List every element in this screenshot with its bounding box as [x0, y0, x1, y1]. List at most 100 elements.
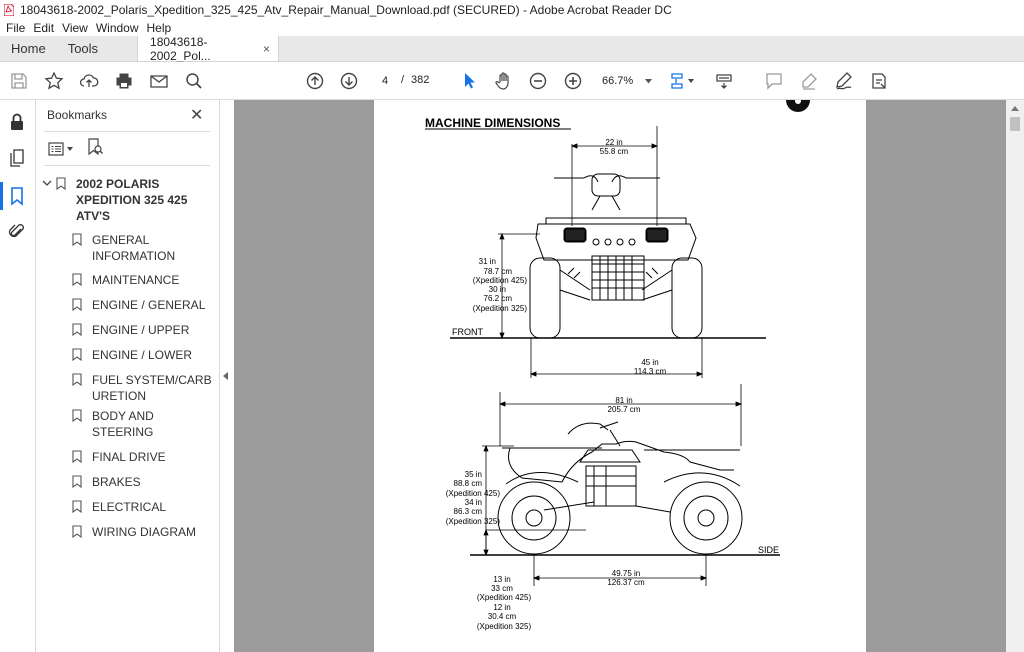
- bookmark-item[interactable]: WIRING DIAGRAM: [72, 524, 218, 540]
- bookmark-label: MAINTENANCE: [92, 273, 180, 287]
- document-viewport[interactable]: MACHINE DIMENSIONS FRONT 22 in 55.8 cm 3…: [234, 100, 1006, 652]
- zoom-in-icon[interactable]: [563, 71, 583, 91]
- side-wheelbase-cm: 126.37 cm: [607, 578, 645, 587]
- tab-close-icon[interactable]: ×: [263, 42, 270, 56]
- zoom-level-value: 66.7%: [602, 75, 634, 87]
- tab-tools[interactable]: Tools: [57, 36, 109, 61]
- close-panel-icon[interactable]: ✕: [190, 105, 203, 125]
- bookmark-label: WIRING DIAGRAM: [92, 525, 196, 539]
- bookmark-label: ENGINE / LOWER: [92, 348, 193, 362]
- front-height-line: 31 in: [479, 257, 496, 266]
- bookmarks-tools: [48, 138, 103, 159]
- main-toolbar: 4 / 382 66.7%: [0, 62, 1024, 100]
- side-clearance-line: 12 in: [493, 603, 510, 612]
- chevron-down-icon: [645, 78, 652, 83]
- front-track-cm: 114.3 cm: [634, 367, 667, 376]
- page-fit-icon[interactable]: [668, 71, 696, 91]
- fill-sign-icon[interactable]: [834, 71, 854, 91]
- side-clearance-line: 30.4 cm: [488, 612, 517, 621]
- divider: [44, 165, 210, 166]
- highlight-pen-icon[interactable]: [799, 71, 819, 91]
- menu-view[interactable]: View: [58, 21, 92, 35]
- vertical-scrollbar[interactable]: [1006, 100, 1024, 652]
- machine-dimensions-figure: MACHINE DIMENSIONS FRONT 22 in 55.8 cm 3…: [425, 100, 810, 631]
- previous-page-icon[interactable]: [305, 71, 325, 91]
- bookmark-icon: [72, 273, 82, 286]
- bookmark-options-icon[interactable]: [48, 141, 73, 156]
- bookmarks-panel-icon[interactable]: [0, 182, 27, 210]
- bookmark-label: BODY AND STEERING: [92, 409, 154, 439]
- bookmark-item[interactable]: FUEL SYSTEM/CARBURETION: [72, 372, 218, 404]
- bookmark-star-icon[interactable]: [44, 71, 64, 91]
- tab-home[interactable]: Home: [0, 36, 57, 61]
- email-icon[interactable]: [149, 71, 169, 91]
- bookmark-label: ENGINE / GENERAL: [92, 298, 206, 312]
- navigation-rail: [0, 100, 36, 652]
- bookmark-item[interactable]: ENGINE / LOWER: [72, 347, 218, 363]
- side-wheelbase-inches: 49.75 in: [612, 569, 640, 578]
- front-height-line: (Xpedition 325): [473, 304, 528, 313]
- hand-tool-icon[interactable]: [494, 71, 514, 91]
- side-height-line: (Xpedition 425): [446, 489, 501, 498]
- attachments-paperclip-icon[interactable]: [7, 222, 27, 242]
- tab-bar: Home Tools 18043618-2002_Pol... ×: [0, 35, 1024, 63]
- find-bookmark-icon[interactable]: [87, 138, 103, 159]
- side-view-drawing: [497, 421, 743, 555]
- bookmark-item[interactable]: MAINTENANCE: [72, 272, 218, 288]
- page-total: 382: [411, 74, 430, 86]
- front-height-line: 76.2 cm: [484, 294, 513, 303]
- zoom-level-dropdown[interactable]: 66.7%: [596, 72, 654, 90]
- lock-icon[interactable]: [7, 112, 27, 132]
- bookmark-item[interactable]: BRAKES: [72, 474, 218, 490]
- side-height-line: 88.8 cm: [454, 479, 483, 488]
- search-icon[interactable]: [184, 71, 204, 91]
- print-icon[interactable]: [114, 71, 134, 91]
- menu-help[interactable]: Help: [143, 21, 176, 35]
- chevron-down-icon[interactable]: [42, 176, 56, 193]
- select-cursor-icon[interactable]: [459, 71, 479, 91]
- front-track-inches: 45 in: [641, 358, 658, 367]
- menu-file[interactable]: File: [2, 21, 29, 35]
- bookmark-label: BRAKES: [92, 475, 141, 489]
- menu-window[interactable]: Window: [92, 21, 143, 35]
- pdf-page: MACHINE DIMENSIONS FRONT 22 in 55.8 cm 3…: [374, 100, 866, 652]
- collapse-panel-icon[interactable]: [223, 372, 228, 380]
- side-view-label: SIDE: [758, 545, 779, 555]
- page-separator: /: [401, 74, 405, 86]
- bookmark-icon: [72, 373, 82, 386]
- zoom-out-icon[interactable]: [528, 71, 548, 91]
- scroll-mode-icon[interactable]: [714, 71, 734, 91]
- side-height-line: 86.3 cm: [454, 507, 483, 516]
- pdf-file-icon: [4, 4, 14, 16]
- bookmark-item[interactable]: ELECTRICAL: [72, 499, 218, 515]
- comment-icon[interactable]: [764, 71, 784, 91]
- bookmark-item[interactable]: ENGINE / UPPER: [72, 322, 218, 338]
- bookmark-item[interactable]: GENERAL INFORMATION: [72, 232, 218, 264]
- bookmark-item[interactable]: BODY AND STEERING: [72, 408, 218, 440]
- bookmark-icon: [72, 525, 82, 538]
- bookmark-label: ENGINE / UPPER: [92, 323, 190, 337]
- bookmark-label: GENERAL INFORMATION: [92, 233, 176, 263]
- bookmark-item[interactable]: FINAL DRIVE: [72, 449, 218, 465]
- panel-splitter[interactable]: [220, 100, 234, 652]
- side-clearance-line: (Xpedition 425): [477, 593, 532, 602]
- save-icon[interactable]: [9, 71, 29, 91]
- scrollbar-thumb[interactable]: [1010, 117, 1020, 131]
- menu-edit[interactable]: Edit: [29, 21, 58, 35]
- bookmark-icon: [56, 177, 66, 190]
- side-height-line: 34 in: [465, 498, 482, 507]
- scroll-up-icon[interactable]: [1011, 106, 1019, 111]
- front-width-inches: 22 in: [605, 138, 622, 147]
- tab-document[interactable]: 18043618-2002_Pol... ×: [137, 35, 280, 63]
- bookmark-root[interactable]: 2002 POLARIS XPEDITION 325 425 ATV'S: [42, 176, 218, 224]
- share-tool-icon[interactable]: [869, 71, 889, 91]
- bookmark-label: FINAL DRIVE: [92, 450, 166, 464]
- next-page-icon[interactable]: [339, 71, 359, 91]
- bookmark-icon: [72, 323, 82, 336]
- bookmark-item[interactable]: ENGINE / GENERAL: [72, 297, 218, 313]
- front-height-line: 78.7 cm: [484, 267, 513, 276]
- cloud-upload-icon[interactable]: [79, 71, 99, 91]
- page-thumbnails-icon[interactable]: [7, 148, 27, 168]
- page-number-input[interactable]: 4: [374, 72, 396, 90]
- bookmark-icon: [72, 475, 82, 488]
